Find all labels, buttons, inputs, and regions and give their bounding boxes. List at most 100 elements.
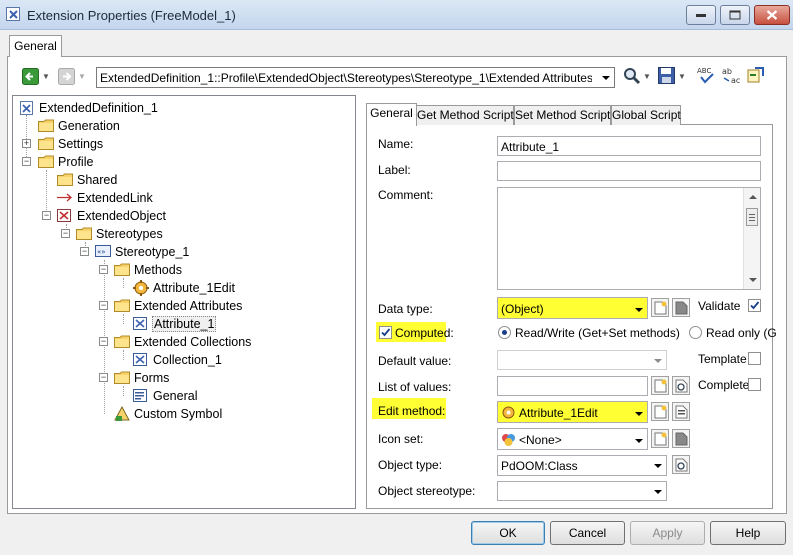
chevron-down-icon[interactable] [630, 300, 647, 320]
tab-get-method-script[interactable]: Get Method Script [416, 105, 514, 125]
forward-dropdown-icon[interactable]: ▼ [78, 72, 86, 81]
new-datatype-button[interactable] [651, 298, 669, 317]
properties-icon [675, 301, 688, 315]
datatype-properties-button[interactable] [672, 298, 690, 317]
new-icon [654, 405, 667, 419]
tree-item-extendeddefinition[interactable]: ExtendedDefinition_1 [20, 99, 200, 117]
window-title: Extension Properties (FreeModel_1) [27, 8, 236, 23]
collapse-icon[interactable]: − [99, 301, 108, 310]
list-values-browse-button[interactable] [672, 376, 690, 395]
forward-icon[interactable] [58, 68, 76, 86]
label-input[interactable] [497, 161, 761, 181]
readonly-label: Read only (G [706, 326, 777, 340]
collapse-icon[interactable]: − [42, 211, 51, 220]
datatype-select[interactable]: (Object) [497, 297, 648, 319]
tree-item-stereotypes[interactable]: Stereotypes [76, 225, 216, 243]
tree-item-attribute-1[interactable]: Attribute_1 [133, 315, 218, 333]
spell-check-icon[interactable]: ABC [697, 66, 715, 84]
tree-item-custom-symbol[interactable]: Custom Symbol [114, 405, 254, 423]
tab-general[interactable]: General [366, 103, 417, 126]
tree-item-forms[interactable]: Forms [114, 369, 254, 387]
tab-outer-general[interactable]: General [9, 35, 62, 57]
tree-item-attribute-1edit[interactable]: Attribute_1Edit [133, 279, 273, 297]
edit-method-properties-button[interactable] [672, 402, 690, 421]
save-icon[interactable] [658, 67, 676, 85]
tree-item-extended-collections[interactable]: Extended Collections [114, 333, 264, 351]
tree-item-profile[interactable]: Profile [38, 153, 178, 171]
scroll-down-icon[interactable] [749, 278, 757, 282]
svg-text:ab: ab [722, 67, 732, 76]
attribute-icon [133, 317, 147, 330]
back-icon[interactable] [22, 68, 40, 86]
tree-item-extendedobject[interactable]: ExtendedObject [57, 207, 197, 225]
find-icon[interactable] [623, 67, 641, 85]
chevron-down-icon[interactable] [630, 431, 647, 451]
iconset-new-button[interactable] [651, 429, 669, 448]
close-button[interactable] [754, 5, 790, 25]
iconset-properties-button[interactable] [672, 429, 690, 448]
scroll-up-icon[interactable] [749, 195, 757, 199]
stereotype-icon: «» [95, 245, 111, 257]
replace-icon[interactable]: ab ac [722, 66, 740, 85]
readwrite-radio[interactable] [498, 326, 511, 339]
list-values-edit-button[interactable] [651, 376, 669, 395]
collapse-icon[interactable]: − [80, 247, 89, 256]
browse-icon [675, 458, 688, 472]
tab-set-method-script[interactable]: Set Method Script [514, 105, 611, 125]
object-type-browse-button[interactable] [672, 455, 690, 474]
collapse-icon[interactable]: − [22, 157, 31, 166]
chevron-down-icon[interactable] [649, 351, 666, 369]
extension-icon [6, 7, 20, 21]
name-input[interactable]: Attribute_1 [497, 136, 761, 156]
edit-method-select[interactable]: Attribute_1Edit [497, 401, 648, 423]
computed-checkbox[interactable] [379, 326, 392, 339]
properties-icon[interactable] [747, 66, 765, 84]
save-dropdown-icon[interactable]: ▼ [678, 72, 686, 81]
apply-button[interactable]: Apply [630, 521, 705, 545]
tree-item-extendedlink[interactable]: ExtendedLink [57, 189, 197, 207]
comment-textarea[interactable] [497, 187, 761, 290]
template-checkbox[interactable] [748, 352, 761, 365]
collapse-icon[interactable]: − [99, 337, 108, 346]
path-combo[interactable]: ExtendedDefinition_1::Profile\ExtendedOb… [96, 67, 615, 88]
comment-scrollbar[interactable] [743, 188, 760, 289]
object-stereotype-select[interactable] [497, 481, 667, 501]
tree-item-settings[interactable]: Settings [38, 135, 178, 153]
tree-item-collection-1[interactable]: Collection_1 [133, 351, 273, 369]
help-button[interactable]: Help [710, 521, 786, 545]
validate-checkbox[interactable] [748, 299, 761, 312]
chevron-down-icon[interactable] [630, 404, 647, 424]
collapse-icon[interactable]: − [61, 229, 70, 238]
tree-item-shared[interactable]: Shared [57, 171, 197, 189]
find-dropdown-icon[interactable]: ▼ [643, 72, 651, 81]
complete-checkbox[interactable] [748, 378, 761, 391]
edit-method-new-button[interactable] [651, 402, 669, 421]
collapse-icon[interactable]: − [99, 373, 108, 382]
tree-item-extended-attributes[interactable]: Extended Attributes [114, 297, 264, 315]
tree-item-methods[interactable]: Methods [114, 261, 254, 279]
maximize-button[interactable] [720, 5, 750, 25]
list-of-values-input[interactable] [497, 376, 648, 396]
collapse-icon[interactable]: − [99, 265, 108, 274]
iconset-select[interactable]: <None> [497, 428, 648, 450]
chevron-down-icon[interactable] [649, 482, 666, 500]
tab-global-script[interactable]: Global Script [611, 105, 681, 125]
object-type-select[interactable]: PdOOM:Class [497, 455, 667, 476]
chevron-down-icon[interactable] [597, 68, 614, 87]
ok-button[interactable]: OK [471, 521, 545, 545]
cancel-button[interactable]: Cancel [550, 521, 625, 545]
chevron-down-icon[interactable] [649, 456, 666, 475]
tree-item-generation[interactable]: Generation [38, 117, 178, 135]
back-dropdown-icon[interactable]: ▼ [42, 72, 50, 81]
extension-icon [20, 101, 33, 115]
minimize-button[interactable] [686, 5, 716, 25]
method-gear-icon [502, 406, 515, 419]
tree-item-stereotype[interactable]: «» Stereotype_1 [95, 243, 235, 261]
splitter[interactable] [357, 95, 361, 509]
folder-open-icon [114, 371, 130, 384]
expand-icon[interactable]: + [22, 139, 31, 148]
readonly-radio[interactable] [689, 326, 702, 339]
default-value-select[interactable] [497, 350, 667, 370]
scroll-thumb[interactable] [746, 208, 758, 226]
tree-item-form-general[interactable]: General [133, 387, 273, 405]
